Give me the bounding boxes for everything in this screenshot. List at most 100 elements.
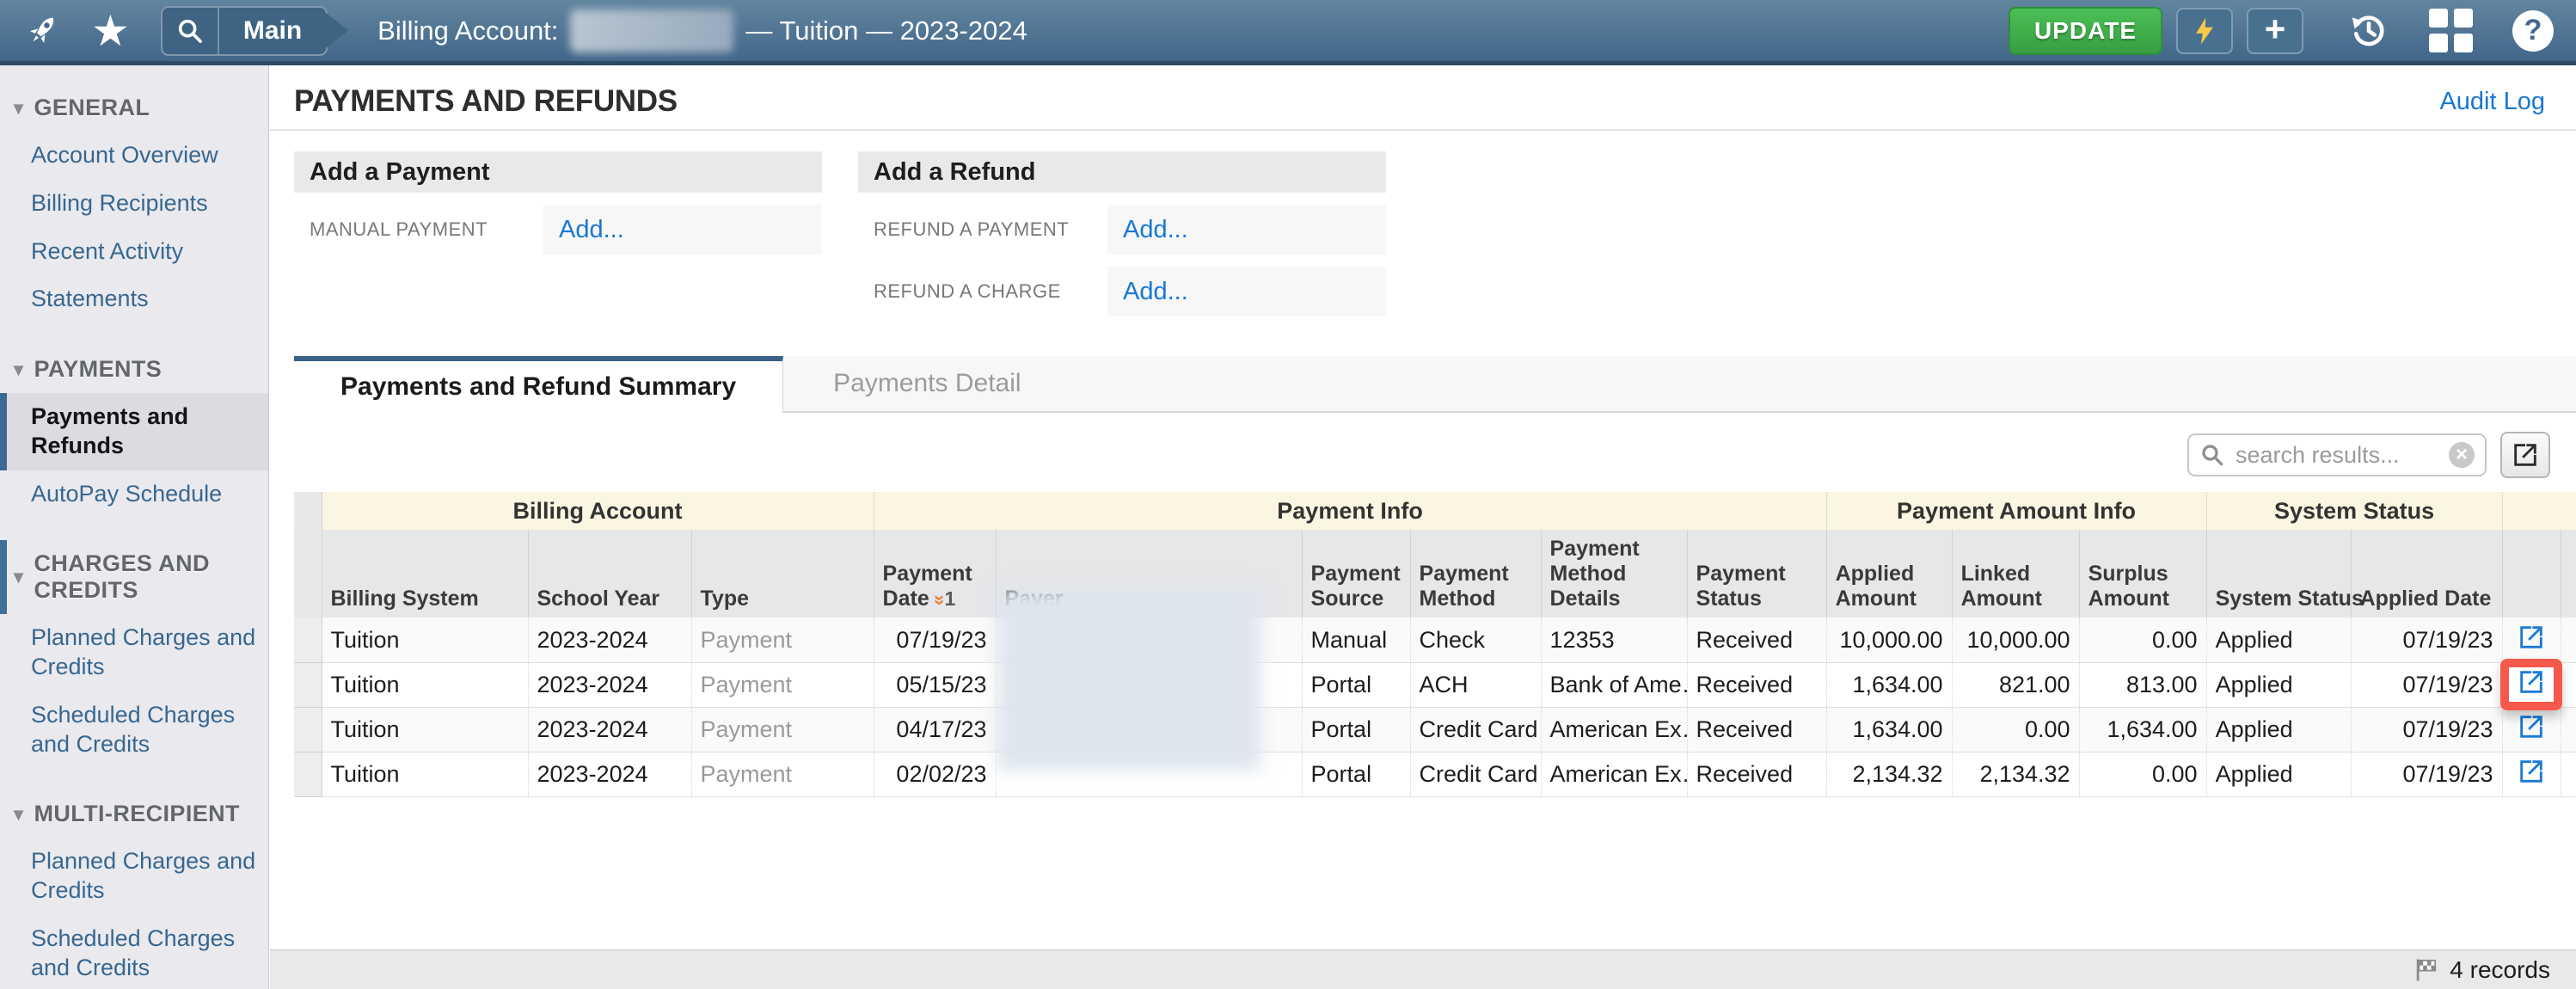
sidebar-section-multi-recipient[interactable]: ▾ MULTI-RECIPIENT bbox=[0, 790, 268, 838]
row-handle[interactable] bbox=[294, 662, 322, 707]
manual-payment-field: Add... bbox=[543, 205, 822, 255]
col-billing-system[interactable]: Billing System bbox=[322, 530, 528, 617]
results-table-wrap: Billing Account Payment Info Payment Amo… bbox=[294, 492, 2576, 797]
school-year-cell: 2023-2024 bbox=[528, 617, 691, 662]
row-handle[interactable] bbox=[294, 617, 322, 662]
system-status-cell: Applied bbox=[2206, 662, 2351, 707]
chevron-down-icon: ▾ bbox=[14, 566, 23, 588]
rocket-icon[interactable] bbox=[22, 11, 62, 51]
sidebar-item-mr-scheduled-charges[interactable]: Scheduled Charges and Credits bbox=[0, 915, 268, 989]
sidebar-item-payments-and-refunds[interactable]: Payments and Refunds bbox=[0, 393, 268, 470]
search-icon bbox=[2199, 442, 2225, 468]
sidebar-section-general[interactable]: ▾ GENERAL bbox=[0, 84, 268, 132]
sidebar-item-scheduled-charges[interactable]: Scheduled Charges and Credits bbox=[0, 691, 268, 769]
payment-method-details-cell: 12353 bbox=[1541, 617, 1687, 662]
sidebar-section-payments[interactable]: ▾ PAYMENTS bbox=[0, 346, 268, 393]
open-in-new-window-button[interactable] bbox=[2500, 432, 2550, 478]
open-record-icon[interactable] bbox=[2502, 707, 2561, 752]
payment-method-details-cell: American Ex… bbox=[1541, 752, 1687, 796]
col-school-year[interactable]: School Year bbox=[528, 530, 691, 617]
search-box: × bbox=[2187, 433, 2487, 476]
tab-payments-and-refund-summary[interactable]: Payments and Refund Summary bbox=[294, 356, 783, 413]
open-record-icon[interactable] bbox=[2502, 617, 2561, 662]
billing-account-label: Billing Account: bbox=[377, 15, 558, 46]
payment-method-cell: Credit Card bbox=[1410, 752, 1541, 796]
audit-log-link[interactable]: Audit Log bbox=[2439, 88, 2545, 116]
favorites-star-icon[interactable]: ★ bbox=[91, 9, 130, 52]
topbar-actions: UPDATE + ? bbox=[2009, 7, 2554, 55]
col-surplus-amount[interactable]: Surplus Amount bbox=[2079, 530, 2206, 617]
add-payment-panel: Add a Payment MANUAL PAYMENT Add... bbox=[294, 151, 822, 316]
payment-status-cell: Received bbox=[1687, 662, 1826, 707]
history-icon[interactable] bbox=[2348, 10, 2389, 52]
lightning-icon bbox=[2190, 14, 2219, 48]
col-payment-source[interactable]: Payment Source bbox=[1302, 530, 1410, 617]
open-record-icon[interactable] bbox=[2502, 752, 2561, 796]
linked-amount-cell: 0.00 bbox=[1952, 707, 2079, 752]
page-header: PAYMENTS AND REFUNDS Audit Log bbox=[270, 65, 2576, 131]
payment-date-cell: 04/17/23 bbox=[874, 707, 996, 752]
sidebar-item-statements[interactable]: Statements bbox=[0, 275, 268, 323]
sidebar-section-charges-and-credits[interactable]: ▾ CHARGES AND CREDITS bbox=[0, 540, 268, 614]
tab-payments-detail[interactable]: Payments Detail bbox=[783, 356, 1070, 411]
col-payment-date[interactable]: Payment Date»1 bbox=[874, 530, 996, 617]
sidebar-item-planned-charges[interactable]: Planned Charges and Credits bbox=[0, 614, 268, 691]
refund-payment-label: REFUND A PAYMENT bbox=[858, 205, 1107, 255]
manual-payment-add-link[interactable]: Add... bbox=[559, 216, 624, 244]
payment-method-cell: ACH bbox=[1410, 662, 1541, 707]
search-input[interactable] bbox=[2234, 441, 2440, 470]
payment-source-cell: Manual bbox=[1302, 617, 1410, 662]
col-system-status[interactable]: System Status bbox=[2206, 530, 2351, 617]
sort-indicator: »1 bbox=[936, 587, 956, 610]
payment-status-cell: Received bbox=[1687, 707, 1826, 752]
apps-grid-icon[interactable] bbox=[2429, 9, 2473, 52]
col-applied-amount[interactable]: Applied Amount bbox=[1826, 530, 1952, 617]
col-open bbox=[2502, 530, 2561, 617]
external-link-icon bbox=[2517, 757, 2546, 786]
row-handle[interactable] bbox=[294, 752, 322, 796]
applied-date-cell: 07/19/23 bbox=[2351, 752, 2502, 796]
payment-source-cell: Portal bbox=[1302, 752, 1410, 796]
quick-actions-button[interactable] bbox=[2176, 8, 2233, 54]
sidebar-item-recent-activity[interactable]: Recent Activity bbox=[0, 228, 268, 276]
sidebar-item-account-overview[interactable]: Account Overview bbox=[0, 132, 268, 180]
filler-cell bbox=[2561, 662, 2576, 707]
search-icon[interactable] bbox=[163, 8, 219, 54]
payment-status-cell: Received bbox=[1687, 752, 1826, 796]
col-payment-method-details[interactable]: Payment Method Details bbox=[1541, 530, 1687, 617]
table-row: Tuition 2023-2024 Payment 02/02/23 Porta… bbox=[294, 752, 2576, 796]
open-record-icon[interactable] bbox=[2502, 662, 2561, 707]
col-payment-method[interactable]: Payment Method bbox=[1410, 530, 1541, 617]
surplus-amount-cell: 813.00 bbox=[2079, 662, 2206, 707]
manual-payment-row: MANUAL PAYMENT Add... bbox=[294, 205, 822, 255]
payments-table: Billing Account Payment Info Payment Amo… bbox=[294, 492, 2576, 797]
update-button[interactable]: UPDATE bbox=[2009, 7, 2162, 55]
sidebar-item-autopay-schedule[interactable]: AutoPay Schedule bbox=[0, 470, 268, 519]
payment-date-cell: 02/02/23 bbox=[874, 752, 996, 796]
type-cell: Payment bbox=[691, 617, 874, 662]
refund-payment-field: Add... bbox=[1107, 205, 1386, 255]
col-type[interactable]: Type bbox=[691, 530, 874, 617]
help-icon[interactable]: ? bbox=[2512, 10, 2554, 52]
col-linked-amount[interactable]: Linked Amount bbox=[1952, 530, 2079, 617]
refund-payment-add-link[interactable]: Add... bbox=[1123, 216, 1188, 244]
surplus-amount-cell: 1,634.00 bbox=[2079, 707, 2206, 752]
breadcrumb-title: Billing Account: — Tuition — 2023-2024 bbox=[377, 9, 1027, 52]
row-handle[interactable] bbox=[294, 707, 322, 752]
applied-date-cell: 07/19/23 bbox=[2351, 662, 2502, 707]
refund-charge-add-link[interactable]: Add... bbox=[1123, 278, 1188, 306]
col-applied-date[interactable]: Applied Date bbox=[2351, 530, 2502, 617]
add-refund-title: Add a Refund bbox=[858, 151, 1386, 193]
add-refund-panel: Add a Refund REFUND A PAYMENT Add... REF… bbox=[858, 151, 1386, 316]
col-payment-status[interactable]: Payment Status bbox=[1687, 530, 1826, 617]
group-empty bbox=[2502, 492, 2576, 530]
add-button[interactable]: + bbox=[2247, 8, 2303, 54]
row-handle-header bbox=[294, 530, 322, 617]
clear-search-icon[interactable]: × bbox=[2449, 442, 2475, 468]
sidebar-item-billing-recipients[interactable]: Billing Recipients bbox=[0, 180, 268, 228]
filler-cell bbox=[2561, 617, 2576, 662]
breadcrumb-main[interactable]: Main bbox=[219, 8, 326, 54]
payment-method-details-cell: Bank of Ame… bbox=[1541, 662, 1687, 707]
group-billing-account: Billing Account bbox=[322, 492, 874, 530]
sidebar-item-mr-planned-charges[interactable]: Planned Charges and Credits bbox=[0, 838, 268, 915]
